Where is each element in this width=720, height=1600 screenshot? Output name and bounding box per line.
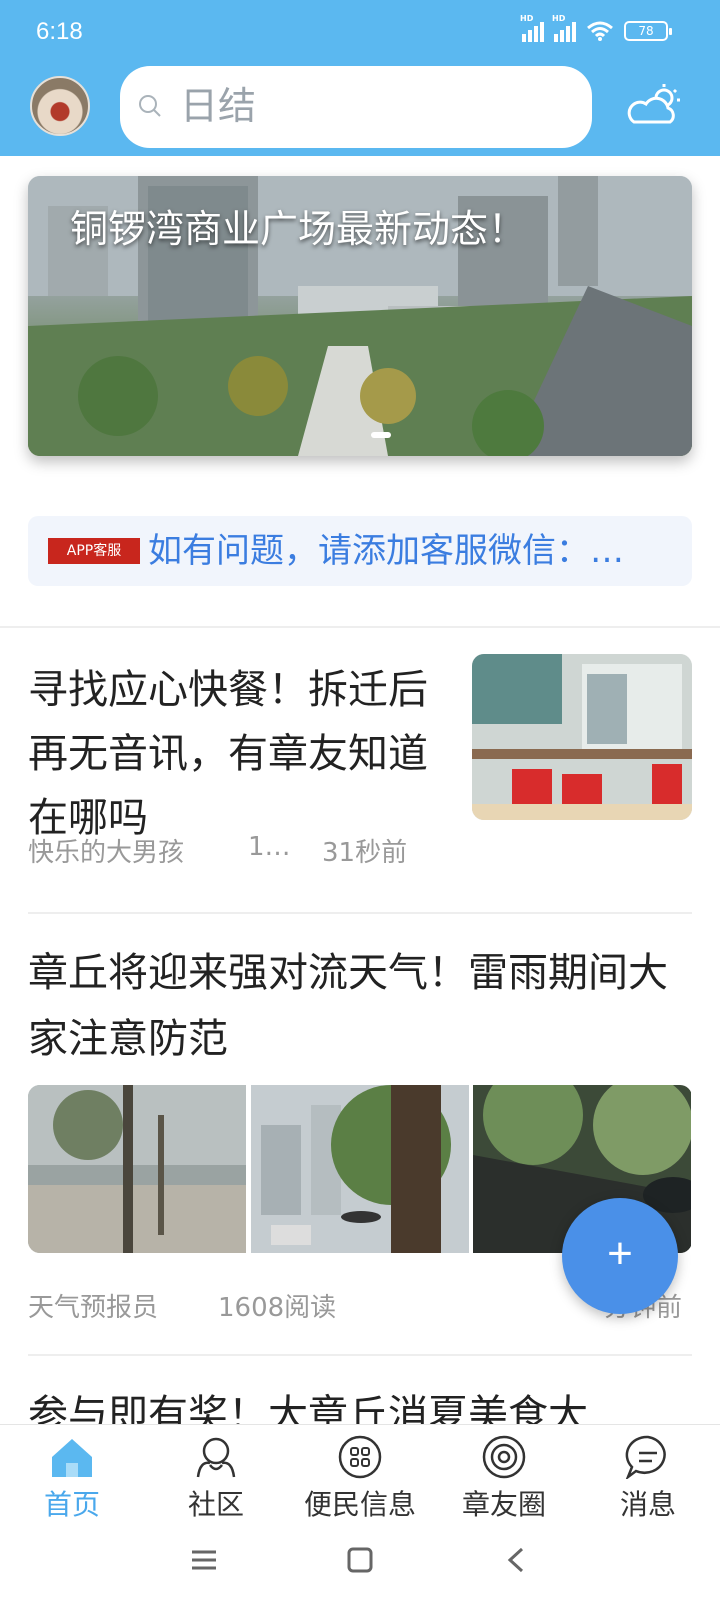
back-icon[interactable] [502, 1546, 530, 1574]
search-bar[interactable]: 日结 [120, 66, 592, 148]
tab-services[interactable]: 便民信息 [288, 1429, 432, 1525]
tab-label: 章友圈 [461, 1488, 546, 1521]
tab-friends-circle[interactable]: 章友圈 [432, 1429, 576, 1525]
wifi-icon [587, 21, 613, 41]
tab-messages[interactable]: 消息 [576, 1429, 720, 1525]
article-reads: 1608阅读 [218, 1293, 337, 1323]
message-icon [625, 1435, 666, 1479]
article-author: 天气预报员 [28, 1293, 159, 1323]
article-image[interactable] [250, 1085, 470, 1253]
grid-icon [338, 1435, 382, 1479]
notice-badge: APP客服 [48, 538, 140, 564]
community-icon [196, 1437, 236, 1478]
city-rain-image [250, 1085, 469, 1253]
system-nav-bar [0, 1524, 720, 1600]
weather-icon[interactable] [626, 82, 682, 128]
article-title[interactable]: 寻找应心快餐！拆迁后再无音讯，有章友知道在哪吗 [28, 658, 438, 850]
menu-icon[interactable] [190, 1546, 218, 1574]
tab-label: 便民信息 [303, 1488, 416, 1521]
signal-icon: HD [552, 14, 576, 42]
carousel-indicator [371, 432, 391, 438]
divider [28, 912, 692, 914]
status-icons: HD HD 78 [520, 14, 672, 42]
app-header: 6:18 HD HD 78 日结 [0, 0, 720, 156]
avatar[interactable] [30, 76, 90, 136]
notice-bar[interactable]: APP客服 如有问题，请添加客服微信：… [28, 516, 692, 586]
signal-icon: HD [520, 14, 544, 42]
article-author: 快乐的大男孩 [28, 838, 185, 868]
add-post-button[interactable]: + [562, 1198, 678, 1314]
article-title[interactable]: 参与即有奖！大章丘消夏美食大 [28, 1382, 692, 1428]
article-thumbnail[interactable] [472, 654, 692, 820]
rain-street-image [28, 1085, 246, 1253]
tab-label: 消息 [619, 1488, 676, 1521]
circle-icon [482, 1435, 526, 1479]
notice-text: 如有问题，请添加客服微信：… [148, 531, 624, 571]
tab-home[interactable]: 首页 [0, 1429, 144, 1525]
article-reads: 1… [248, 832, 291, 862]
battery-icon: 78 [624, 21, 672, 41]
tab-community[interactable]: 社区 [144, 1429, 288, 1525]
article-time: 31秒前 [322, 838, 408, 868]
divider [0, 626, 720, 628]
divider [28, 1354, 692, 1356]
home-icon [52, 1439, 92, 1477]
home-button-icon[interactable] [346, 1546, 374, 1574]
status-time: 6:18 [36, 18, 83, 45]
restaurant-image [472, 654, 692, 820]
tab-label: 首页 [43, 1488, 100, 1521]
bottom-tab-bar: 首页 社区 便民信息 章友圈 消息 [0, 1424, 720, 1524]
search-placeholder: 日结 [180, 84, 257, 128]
tab-label: 社区 [187, 1488, 244, 1521]
article-image[interactable] [28, 1085, 247, 1253]
banner-carousel[interactable]: 铜锣湾商业广场最新动态！ [28, 176, 692, 456]
search-icon [139, 95, 161, 117]
banner-title: 铜锣湾商业广场最新动态！ [70, 207, 527, 251]
status-bar: 6:18 HD HD 78 [0, 0, 720, 60]
article-title[interactable]: 章丘将迎来强对流天气！雷雨期间大家注意防范 [28, 940, 692, 1072]
